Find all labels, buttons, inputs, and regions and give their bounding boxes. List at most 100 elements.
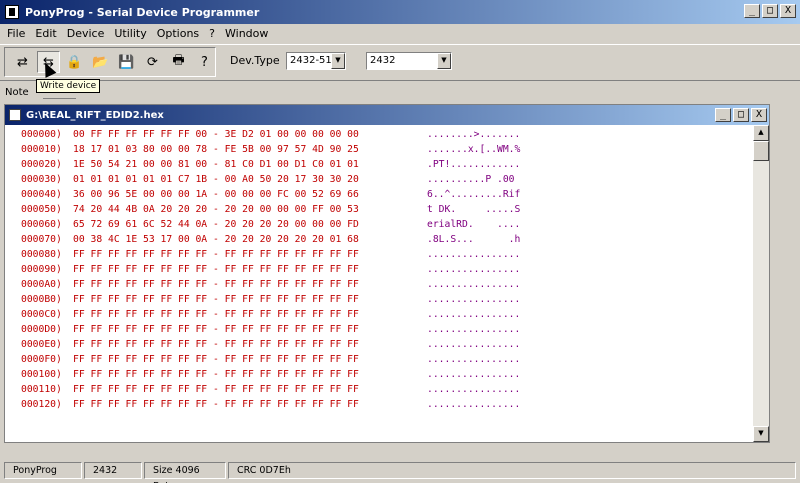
hex-row[interactable]: 000010) 18 17 01 03 80 00 00 78 - FE 5B 0…: [5, 144, 745, 156]
doc-maximize-button[interactable]: □: [733, 108, 749, 122]
scroll-up-button[interactable]: ▲: [753, 125, 769, 141]
hex-ascii: ................: [427, 264, 521, 275]
doc-close-button[interactable]: X: [751, 108, 767, 122]
hex-address: 000000): [21, 129, 62, 140]
help-icon: ?: [201, 54, 208, 70]
hex-bytes: 01 01 01 01 01 01 C7 1B - 00 A0 50 20 17…: [73, 174, 359, 185]
minimize-button[interactable]: _: [744, 4, 760, 18]
chevron-down-icon[interactable]: ▼: [331, 53, 345, 69]
hex-row[interactable]: 000090) FF FF FF FF FF FF FF FF - FF FF F…: [5, 264, 745, 276]
vertical-scrollbar[interactable]: ▲ ▼: [753, 125, 769, 442]
hex-ascii: ................: [427, 324, 521, 335]
hex-row[interactable]: 000120) FF FF FF FF FF FF FF FF - FF FF F…: [5, 399, 745, 411]
toolbar: ⇄ ⇆ 🔒 📂 💾 ⟳ 🖶? Dev.Type 2432-512 ▼ 2432 ▼: [0, 44, 800, 78]
save-file-button[interactable]: 💾: [115, 51, 138, 73]
hex-row[interactable]: 0000A0) FF FF FF FF FF FF FF FF - FF FF F…: [5, 279, 745, 291]
hex-address: 000070): [21, 234, 62, 245]
hex-row[interactable]: 000070) 00 38 4C 1E 53 17 00 0A - 20 20 2…: [5, 234, 745, 246]
chevron-down-icon[interactable]: ▼: [437, 53, 451, 69]
hex-address: 0000F0): [21, 354, 62, 365]
close-button[interactable]: X: [780, 4, 796, 18]
hex-bytes: FF FF FF FF FF FF FF FF - FF FF FF FF FF…: [73, 279, 359, 290]
hex-bytes: FF FF FF FF FF FF FF FF - FF FF FF FF FF…: [73, 309, 359, 320]
status-bar: PonyProg 2432 Size 4096 Bytes CRC 0D7Eh: [0, 459, 800, 483]
status-app: PonyProg: [4, 462, 82, 479]
document-icon: [9, 109, 21, 121]
note-bar: Note Write device: [0, 79, 800, 102]
hex-row[interactable]: 000000) 00 FF FF FF FF FF FF 00 - 3E D2 0…: [5, 129, 745, 141]
open-file-button[interactable]: 📂: [89, 51, 112, 73]
lock-button[interactable]: 🔒: [63, 51, 86, 73]
hex-ascii: ........>.......: [427, 129, 521, 140]
app-icon[interactable]: [5, 5, 19, 19]
hex-bytes: FF FF FF FF FF FF FF FF - FF FF FF FF FF…: [73, 324, 359, 335]
maximize-button[interactable]: □: [762, 4, 778, 18]
hex-row[interactable]: 0000B0) FF FF FF FF FF FF FF FF - FF FF F…: [5, 294, 745, 306]
hex-row[interactable]: 0000D0) FF FF FF FF FF FF FF FF - FF FF F…: [5, 324, 745, 336]
scroll-down-button[interactable]: ▼: [753, 426, 769, 442]
menu-file[interactable]: File: [2, 27, 30, 40]
hex-bytes: FF FF FF FF FF FF FF FF - FF FF FF FF FF…: [73, 249, 359, 260]
hex-ascii: ................: [427, 339, 521, 350]
document-title-bar[interactable]: G:\REAL_RIFT_EDID2.hex _ □ X: [5, 105, 769, 125]
scroll-thumb[interactable]: [753, 141, 769, 161]
hex-ascii: ................: [427, 294, 521, 305]
save-file-icon: 💾: [118, 54, 135, 70]
hex-ascii: .......x.[..WM.%: [427, 144, 521, 155]
window-controls: _ □ X: [744, 4, 796, 18]
hex-ascii: ................: [427, 384, 521, 395]
hex-bytes: FF FF FF FF FF FF FF FF - FF FF FF FF FF…: [73, 339, 359, 350]
open-file-icon: 📂: [92, 54, 109, 70]
menu-options[interactable]: Options: [152, 27, 204, 40]
hex-address: 0000D0): [21, 324, 62, 335]
device-family-select[interactable]: 2432-512 ▼: [286, 52, 346, 70]
menu-edit[interactable]: Edit: [30, 27, 61, 40]
hex-ascii: ................: [427, 279, 521, 290]
hex-editor[interactable]: 000000) 00 FF FF FF FF FF FF 00 - 3E D2 0…: [5, 125, 753, 442]
hex-ascii: 6..^.........Rif: [427, 189, 521, 200]
hex-row[interactable]: 000030) 01 01 01 01 01 01 C7 1B - 00 A0 5…: [5, 174, 745, 186]
hex-address: 0000C0): [21, 309, 62, 320]
hex-row[interactable]: 0000E0) FF FF FF FF FF FF FF FF - FF FF F…: [5, 339, 745, 351]
hex-address: 000050): [21, 204, 62, 215]
hex-ascii: .PT!............: [427, 159, 521, 170]
hex-row[interactable]: 0000F0) FF FF FF FF FF FF FF FF - FF FF F…: [5, 354, 745, 366]
hex-row[interactable]: 000080) FF FF FF FF FF FF FF FF - FF FF F…: [5, 249, 745, 261]
menu-bar: File Edit Device Utility Options ? Windo…: [0, 24, 800, 42]
print-icon: 🖶: [172, 53, 185, 68]
hex-ascii: ................: [427, 309, 521, 320]
menu-utility[interactable]: Utility: [109, 27, 151, 40]
hex-row[interactable]: 000040) 36 00 96 5E 00 00 00 1A - 00 00 0…: [5, 189, 745, 201]
hex-ascii: t DK. .....S: [427, 204, 521, 215]
hex-row[interactable]: 000110) FF FF FF FF FF FF FF FF - FF FF F…: [5, 384, 745, 396]
menu-device[interactable]: Device: [62, 27, 110, 40]
hex-row[interactable]: 000100) FF FF FF FF FF FF FF FF - FF FF F…: [5, 369, 745, 381]
title-bar[interactable]: PonyProg - Serial Device Programmer _ □ …: [0, 0, 800, 24]
hex-address: 000020): [21, 159, 62, 170]
hex-address: 000080): [21, 249, 62, 260]
reload-button[interactable]: ⟳: [141, 51, 164, 73]
hex-row[interactable]: 000060) 65 72 69 61 6C 52 44 0A - 20 20 2…: [5, 219, 745, 231]
tooltip: Write device: [36, 79, 101, 93]
read-device-button[interactable]: ⇄: [11, 51, 34, 73]
hex-bytes: FF FF FF FF FF FF FF FF - FF FF FF FF FF…: [73, 294, 359, 305]
hex-row[interactable]: 000050) 74 20 44 4B 0A 20 20 20 - 20 20 0…: [5, 204, 745, 216]
hex-bytes: FF FF FF FF FF FF FF FF - FF FF FF FF FF…: [73, 399, 359, 410]
doc-minimize-button[interactable]: _: [715, 108, 731, 122]
hex-ascii: ................: [427, 369, 521, 380]
devtype-label: Dev.Type: [230, 54, 280, 67]
hex-row[interactable]: 000020) 1E 50 54 21 00 00 81 00 - 81 C0 D…: [5, 159, 745, 171]
menu-window[interactable]: Window: [220, 27, 273, 40]
hex-ascii: ................: [427, 354, 521, 365]
hex-bytes: 74 20 44 4B 0A 20 20 20 - 20 20 00 00 00…: [73, 204, 359, 215]
device-type-select[interactable]: 2432 ▼: [366, 52, 452, 70]
hex-address: 0000A0): [21, 279, 62, 290]
hex-row[interactable]: 0000C0) FF FF FF FF FF FF FF FF - FF FF F…: [5, 309, 745, 321]
hex-ascii: .8L.S... .h: [427, 234, 521, 245]
hex-address: 0000B0): [21, 294, 62, 305]
print-button[interactable]: 🖶: [167, 51, 190, 73]
hex-ascii: ................: [427, 399, 521, 410]
menu-help[interactable]: ?: [204, 27, 220, 40]
hex-bytes: FF FF FF FF FF FF FF FF - FF FF FF FF FF…: [73, 384, 359, 395]
help-button[interactable]: ?: [193, 51, 216, 73]
